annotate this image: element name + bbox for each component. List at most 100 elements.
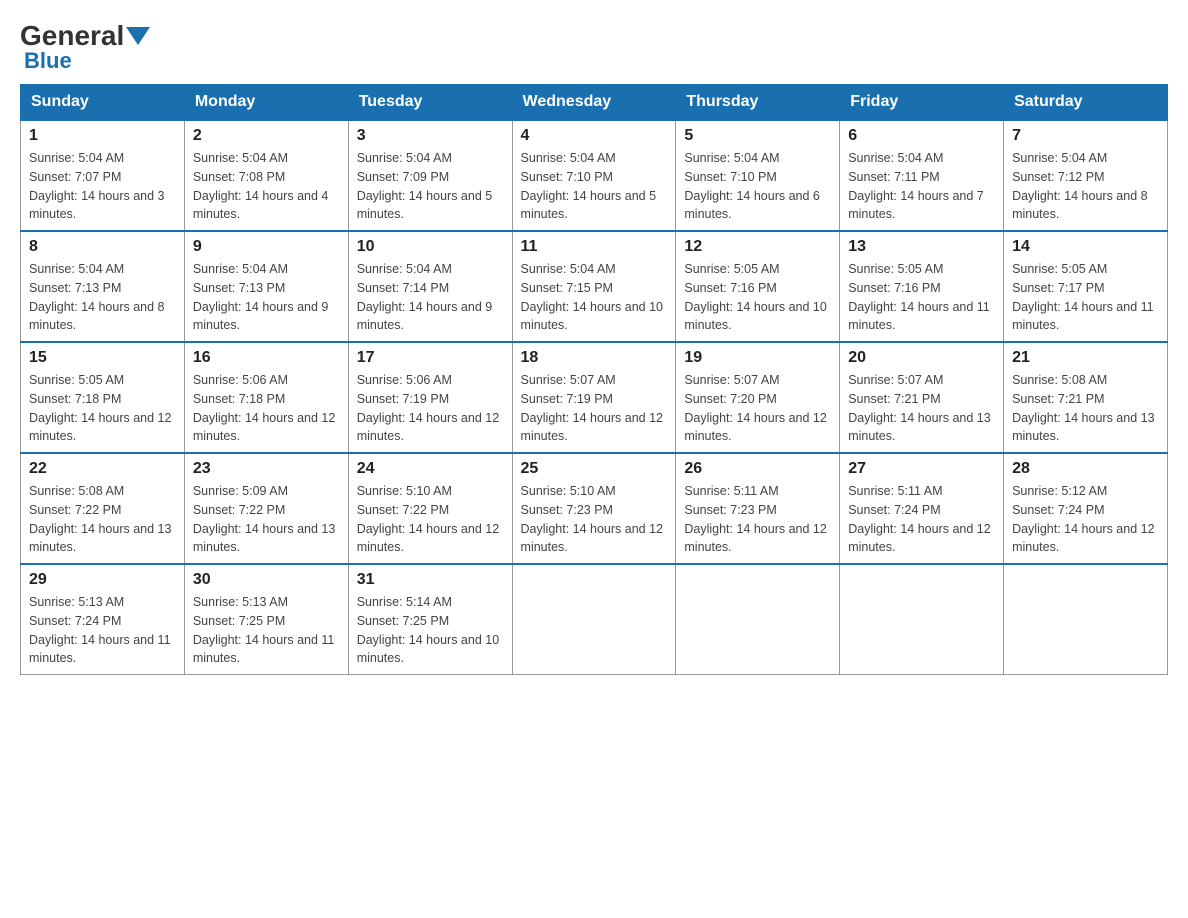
day-info: Sunrise: 5:12 AMSunset: 7:24 PMDaylight:… (1012, 482, 1159, 557)
calendar-day-cell: 25 Sunrise: 5:10 AMSunset: 7:23 PMDayligh… (512, 453, 676, 564)
day-header-friday: Friday (840, 85, 1004, 121)
day-info: Sunrise: 5:05 AMSunset: 7:17 PMDaylight:… (1012, 260, 1159, 335)
calendar-day-cell: 16 Sunrise: 5:06 AMSunset: 7:18 PMDayligh… (184, 342, 348, 453)
day-number: 17 (357, 349, 504, 367)
day-number: 25 (521, 460, 668, 478)
day-info: Sunrise: 5:04 AMSunset: 7:14 PMDaylight:… (357, 260, 504, 335)
calendar-week-row: 8 Sunrise: 5:04 AMSunset: 7:13 PMDaylight… (21, 231, 1168, 342)
day-number: 24 (357, 460, 504, 478)
day-number: 5 (684, 127, 831, 145)
day-number: 18 (521, 349, 668, 367)
day-number: 10 (357, 238, 504, 256)
calendar-day-cell: 28 Sunrise: 5:12 AMSunset: 7:24 PMDayligh… (1004, 453, 1168, 564)
day-number: 27 (848, 460, 995, 478)
calendar-day-cell: 5Sunrise: 5:04 AMSunset: 7:10 PMDaylight… (676, 120, 840, 231)
day-number: 12 (684, 238, 831, 256)
day-info: Sunrise: 5:04 AMSunset: 7:10 PMDaylight:… (521, 149, 668, 224)
page-header: General Blue (20, 20, 1168, 74)
day-info: Sunrise: 5:14 AMSunset: 7:25 PMDaylight:… (357, 593, 504, 668)
day-header-wednesday: Wednesday (512, 85, 676, 121)
day-info: Sunrise: 5:06 AMSunset: 7:19 PMDaylight:… (357, 371, 504, 446)
calendar-week-row: 1Sunrise: 5:04 AMSunset: 7:07 PMDaylight… (21, 120, 1168, 231)
calendar-day-cell: 13 Sunrise: 5:05 AMSunset: 7:16 PMDayligh… (840, 231, 1004, 342)
day-info: Sunrise: 5:13 AMSunset: 7:25 PMDaylight:… (193, 593, 340, 668)
day-number: 21 (1012, 349, 1159, 367)
calendar-day-cell (676, 564, 840, 675)
day-info: Sunrise: 5:04 AMSunset: 7:13 PMDaylight:… (29, 260, 176, 335)
day-number: 11 (521, 238, 668, 256)
day-number: 16 (193, 349, 340, 367)
calendar-day-cell: 1Sunrise: 5:04 AMSunset: 7:07 PMDaylight… (21, 120, 185, 231)
calendar-header-row: SundayMondayTuesdayWednesdayThursdayFrid… (21, 85, 1168, 121)
day-info: Sunrise: 5:07 AMSunset: 7:21 PMDaylight:… (848, 371, 995, 446)
calendar-day-cell: 22 Sunrise: 5:08 AMSunset: 7:22 PMDayligh… (21, 453, 185, 564)
day-number: 2 (193, 127, 340, 145)
day-info: Sunrise: 5:07 AMSunset: 7:20 PMDaylight:… (684, 371, 831, 446)
day-number: 8 (29, 238, 176, 256)
day-number: 1 (29, 127, 176, 145)
day-number: 26 (684, 460, 831, 478)
logo: General Blue (20, 20, 152, 74)
day-number: 9 (193, 238, 340, 256)
day-info: Sunrise: 5:05 AMSunset: 7:16 PMDaylight:… (684, 260, 831, 335)
day-info: Sunrise: 5:11 AMSunset: 7:24 PMDaylight:… (848, 482, 995, 557)
day-number: 31 (357, 571, 504, 589)
day-number: 13 (848, 238, 995, 256)
calendar-day-cell: 11 Sunrise: 5:04 AMSunset: 7:15 PMDayligh… (512, 231, 676, 342)
calendar-day-cell: 3 Sunrise: 5:04 AMSunset: 7:09 PMDaylight… (348, 120, 512, 231)
calendar-day-cell (512, 564, 676, 675)
calendar-day-cell: 10 Sunrise: 5:04 AMSunset: 7:14 PMDayligh… (348, 231, 512, 342)
day-info: Sunrise: 5:13 AMSunset: 7:24 PMDaylight:… (29, 593, 176, 668)
day-info: Sunrise: 5:10 AMSunset: 7:22 PMDaylight:… (357, 482, 504, 557)
day-info: Sunrise: 5:07 AMSunset: 7:19 PMDaylight:… (521, 371, 668, 446)
day-number: 28 (1012, 460, 1159, 478)
calendar-day-cell: 9 Sunrise: 5:04 AMSunset: 7:13 PMDaylight… (184, 231, 348, 342)
calendar-day-cell: 31 Sunrise: 5:14 AMSunset: 7:25 PMDayligh… (348, 564, 512, 675)
calendar-day-cell: 14 Sunrise: 5:05 AMSunset: 7:17 PMDayligh… (1004, 231, 1168, 342)
calendar-day-cell (1004, 564, 1168, 675)
calendar-day-cell (840, 564, 1004, 675)
day-header-monday: Monday (184, 85, 348, 121)
day-number: 22 (29, 460, 176, 478)
calendar-day-cell: 21 Sunrise: 5:08 AMSunset: 7:21 PMDayligh… (1004, 342, 1168, 453)
calendar-day-cell: 20 Sunrise: 5:07 AMSunset: 7:21 PMDayligh… (840, 342, 1004, 453)
calendar-day-cell: 4 Sunrise: 5:04 AMSunset: 7:10 PMDaylight… (512, 120, 676, 231)
logo-triangle-icon (126, 27, 150, 45)
day-number: 23 (193, 460, 340, 478)
calendar-day-cell: 18 Sunrise: 5:07 AMSunset: 7:19 PMDayligh… (512, 342, 676, 453)
calendar-day-cell: 29Sunrise: 5:13 AMSunset: 7:24 PMDayligh… (21, 564, 185, 675)
calendar-day-cell: 27 Sunrise: 5:11 AMSunset: 7:24 PMDayligh… (840, 453, 1004, 564)
day-number: 3 (357, 127, 504, 145)
day-number: 14 (1012, 238, 1159, 256)
calendar-day-cell: 7Sunrise: 5:04 AMSunset: 7:12 PMDaylight… (1004, 120, 1168, 231)
calendar-week-row: 15Sunrise: 5:05 AMSunset: 7:18 PMDayligh… (21, 342, 1168, 453)
day-header-tuesday: Tuesday (348, 85, 512, 121)
calendar-day-cell: 24 Sunrise: 5:10 AMSunset: 7:22 PMDayligh… (348, 453, 512, 564)
calendar-week-row: 22 Sunrise: 5:08 AMSunset: 7:22 PMDayligh… (21, 453, 1168, 564)
day-header-sunday: Sunday (21, 85, 185, 121)
calendar-day-cell: 6Sunrise: 5:04 AMSunset: 7:11 PMDaylight… (840, 120, 1004, 231)
calendar-week-row: 29Sunrise: 5:13 AMSunset: 7:24 PMDayligh… (21, 564, 1168, 675)
day-info: Sunrise: 5:05 AMSunset: 7:16 PMDaylight:… (848, 260, 995, 335)
day-number: 4 (521, 127, 668, 145)
calendar-table: SundayMondayTuesdayWednesdayThursdayFrid… (20, 84, 1168, 675)
day-info: Sunrise: 5:08 AMSunset: 7:21 PMDaylight:… (1012, 371, 1159, 446)
day-header-thursday: Thursday (676, 85, 840, 121)
day-info: Sunrise: 5:04 AMSunset: 7:11 PMDaylight:… (848, 149, 995, 224)
day-info: Sunrise: 5:06 AMSunset: 7:18 PMDaylight:… (193, 371, 340, 446)
calendar-day-cell: 8 Sunrise: 5:04 AMSunset: 7:13 PMDaylight… (21, 231, 185, 342)
day-number: 20 (848, 349, 995, 367)
day-info: Sunrise: 5:04 AMSunset: 7:13 PMDaylight:… (193, 260, 340, 335)
day-info: Sunrise: 5:10 AMSunset: 7:23 PMDaylight:… (521, 482, 668, 557)
day-number: 7 (1012, 127, 1159, 145)
day-info: Sunrise: 5:04 AMSunset: 7:09 PMDaylight:… (357, 149, 504, 224)
calendar-day-cell: 12 Sunrise: 5:05 AMSunset: 7:16 PMDayligh… (676, 231, 840, 342)
day-info: Sunrise: 5:04 AMSunset: 7:15 PMDaylight:… (521, 260, 668, 335)
calendar-day-cell: 26Sunrise: 5:11 AMSunset: 7:23 PMDayligh… (676, 453, 840, 564)
day-header-saturday: Saturday (1004, 85, 1168, 121)
calendar-day-cell: 30Sunrise: 5:13 AMSunset: 7:25 PMDayligh… (184, 564, 348, 675)
calendar-day-cell: 19Sunrise: 5:07 AMSunset: 7:20 PMDayligh… (676, 342, 840, 453)
calendar-day-cell: 15Sunrise: 5:05 AMSunset: 7:18 PMDayligh… (21, 342, 185, 453)
logo-blue-text: Blue (24, 48, 72, 74)
day-info: Sunrise: 5:08 AMSunset: 7:22 PMDaylight:… (29, 482, 176, 557)
